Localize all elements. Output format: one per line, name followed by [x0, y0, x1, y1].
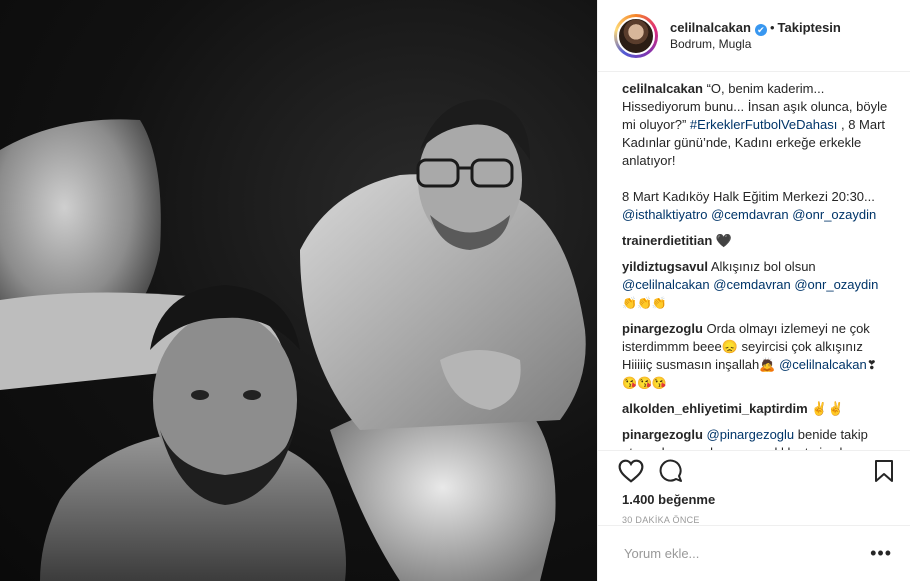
- action-icons: [618, 453, 894, 491]
- comment: alkolden_ehliyetimi_kaptirdim ✌✌: [622, 400, 894, 418]
- caption-text-3: 8 Mart Kadıköy Halk Eğitim Merkezi 20:30…: [622, 189, 875, 204]
- add-comment-bar: •••: [598, 525, 910, 581]
- header-username[interactable]: celilnalcakan: [670, 20, 751, 35]
- header-text: celilnalcakan ✔ • Takiptesin Bodrum, Mugla: [670, 19, 841, 53]
- caption-mention-3[interactable]: @onr_ozaydin: [792, 207, 876, 222]
- comment: trainerdietitian 🖤: [622, 232, 894, 250]
- comment: pinargezoglu Orda olmayı izlemeyi ne çok…: [622, 320, 894, 392]
- comment-text: ✌✌: [811, 401, 844, 416]
- comment-mention[interactable]: @pinargezoglu: [707, 427, 795, 442]
- more-options-icon[interactable]: •••: [870, 543, 892, 564]
- comment-mention[interactable]: @celilnalcakan: [779, 357, 867, 372]
- instagram-post: celilnalcakan ✔ • Takiptesin Bodrum, Mugla …: [0, 0, 910, 581]
- post-photo[interactable]: [0, 0, 597, 581]
- comment-bubble-icon[interactable]: [658, 459, 684, 486]
- comment: pinargezoglu @pinargezoglu benide takip …: [622, 426, 894, 450]
- post-header: celilnalcakan ✔ • Takiptesin Bodrum, Mugla: [598, 0, 910, 72]
- post-timestamp[interactable]: 30 DAKİKA ÖNCE: [622, 515, 894, 525]
- caption-mention-1[interactable]: @isthalktiyatro: [622, 207, 707, 222]
- avatar-image: [617, 16, 655, 55]
- comment-emoji: 👏👏👏: [622, 296, 667, 310]
- bookmark-icon[interactable]: [874, 459, 894, 486]
- comment-mentions[interactable]: @celilnalcakan @cemdavran @onr_ozaydin: [622, 277, 878, 292]
- caption-username[interactable]: celilnalcakan: [622, 81, 703, 96]
- comment-text: Alkışınız bol olsun: [710, 259, 816, 274]
- caption: celilnalcakan “O, benim kaderim... Hisse…: [622, 80, 894, 224]
- comment: yildiztugsavul Alkışınız bol olsun @celi…: [622, 258, 894, 312]
- verified-badge-icon: ✔: [754, 23, 767, 36]
- location-link[interactable]: Bodrum, Mugla: [670, 36, 841, 53]
- comment-username[interactable]: yildiztugsavul: [622, 259, 708, 274]
- comment-username[interactable]: trainerdietitian: [622, 233, 712, 248]
- avatar[interactable]: [614, 13, 658, 58]
- caption-hashtag[interactable]: #ErkeklerFutbolVeDahası: [690, 117, 837, 132]
- separator-dot: •: [769, 19, 775, 35]
- like-count[interactable]: 1.400 beğenme: [622, 492, 894, 507]
- following-button[interactable]: Takiptesin: [778, 20, 841, 35]
- heart-outline-icon[interactable]: [618, 459, 644, 486]
- comments-list[interactable]: celilnalcakan “O, benim kaderim... Hisse…: [598, 72, 910, 450]
- comment-username[interactable]: pinargezoglu: [622, 321, 703, 336]
- comment-username[interactable]: alkolden_ehliyetimi_kaptirdim: [622, 401, 808, 416]
- comment-username[interactable]: pinargezoglu: [622, 427, 703, 442]
- comment-emoji: 😘😘😘: [622, 376, 667, 390]
- post-sidebar: celilnalcakan ✔ • Takiptesin Bodrum, Mugla …: [597, 0, 910, 581]
- photo-illustration: [0, 99, 586, 581]
- comment-input[interactable]: [622, 545, 871, 562]
- header-line: celilnalcakan ✔ • Takiptesin: [670, 19, 841, 36]
- caption-mention-2[interactable]: @cemdavran: [711, 207, 789, 222]
- comment-text: 🖤: [715, 233, 733, 248]
- comment-heart: ❣: [866, 358, 877, 372]
